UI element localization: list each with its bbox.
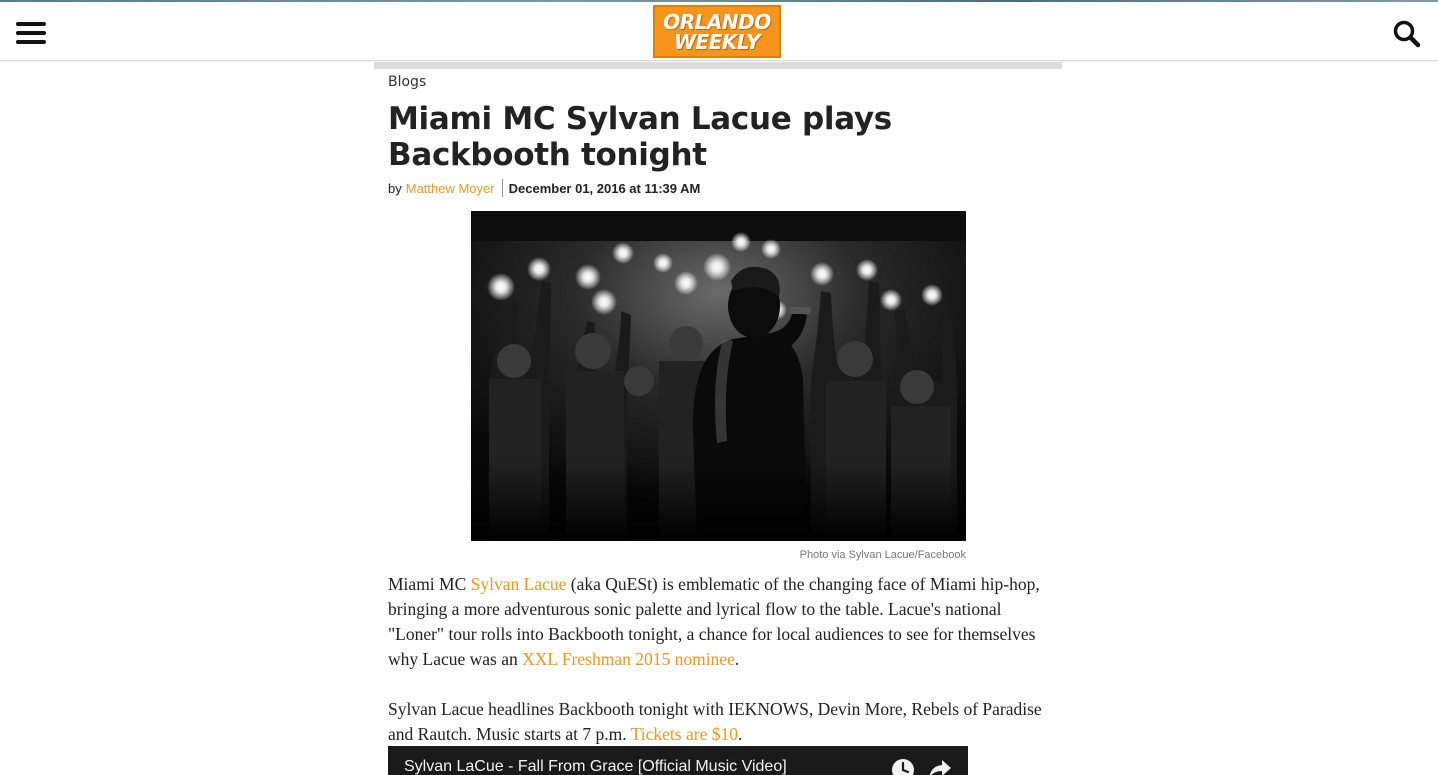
- author-link[interactable]: Matthew Moyer: [406, 181, 495, 196]
- article-paragraph-1: Miami MC Sylvan Lacue (aka QuESt) is emb…: [388, 572, 1048, 672]
- article-top-bar: [374, 62, 1062, 69]
- share-arrow-icon[interactable]: [928, 759, 952, 775]
- article-title: Miami MC Sylvan Lacue plays Backbooth to…: [388, 101, 892, 173]
- site-header: ORLANDO WEEKLY: [0, 2, 1438, 61]
- p2-text-2: .: [737, 724, 743, 744]
- publish-date: December 01, 2016 at 11:39 AM: [508, 180, 701, 196]
- logo-line-1: ORLANDO: [663, 9, 771, 34]
- sylvan-lacue-link[interactable]: Sylvan Lacue: [471, 574, 567, 594]
- embedded-video-player[interactable]: Sylvan LaCue - Fall From Grace [Official…: [388, 746, 968, 775]
- xxl-freshman-link[interactable]: XXL Freshman 2015 nominee: [522, 649, 735, 669]
- p1-text-3: .: [734, 649, 740, 669]
- photo-caption: Photo via Sylvan Lacue/Facebook: [799, 549, 966, 561]
- logo-line-2: WEEKLY: [674, 29, 761, 54]
- byline-prefix: by: [388, 180, 402, 196]
- p1-text-1: Miami MC: [388, 574, 471, 594]
- video-title[interactable]: Sylvan LaCue - Fall From Grace [Official…: [404, 758, 787, 775]
- article-paragraph-2: Sylvan Lacue headlines Backbooth tonight…: [388, 697, 1048, 747]
- tickets-link[interactable]: Tickets are $10: [631, 724, 738, 744]
- hamburger-menu-icon[interactable]: [16, 22, 46, 44]
- article-photo: [471, 211, 966, 541]
- search-icon[interactable]: [1392, 19, 1422, 49]
- orlando-weekly-logo[interactable]: ORLANDO WEEKLY: [653, 5, 781, 58]
- byline-divider: [501, 179, 503, 197]
- byline: by Matthew Moyer December 01, 2016 at 11…: [388, 179, 700, 197]
- breadcrumb[interactable]: Blogs: [388, 74, 426, 90]
- clock-icon[interactable]: [891, 758, 915, 775]
